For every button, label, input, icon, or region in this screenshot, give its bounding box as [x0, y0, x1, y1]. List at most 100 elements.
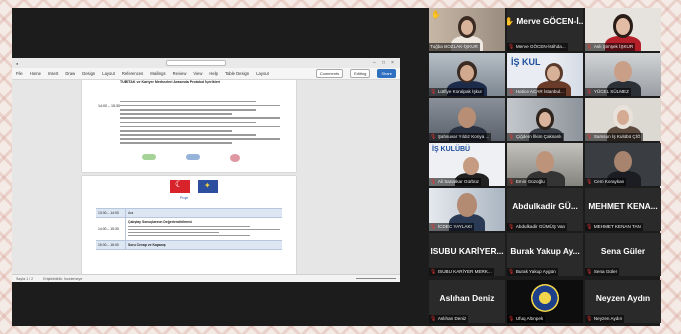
raised-hand-icon: ✋: [431, 10, 441, 19]
mic-muted-icon: 🎙: [586, 269, 593, 275]
minimize-icon[interactable]: –: [373, 60, 378, 66]
participant-tile[interactable]: Neyzen Aydın 🎙 Neyzen Aydın: [585, 280, 661, 323]
ribbon-tab-design[interactable]: Design: [82, 71, 95, 76]
mic-muted-icon: 🎙: [508, 269, 515, 275]
participant-tile[interactable]: İŞ KUL 🎙 Hatice ACAR İstanbul...: [507, 53, 583, 96]
participant-tile[interactable]: 🎙 İCDEC YAYLAKI: [429, 188, 505, 231]
ribbon-tab-draw[interactable]: Draw: [65, 71, 75, 76]
participant-display-name: Neyzen Aydın: [595, 293, 651, 303]
participant-display-name: Burak Yakup Ay...: [510, 246, 580, 256]
participant-tile[interactable]: Sena Güler 🎙 Sena Güler: [585, 233, 661, 276]
participant-name-label: 🎙 Ufuq Altınpek: [507, 315, 546, 323]
mic-muted-icon: 🎙: [508, 44, 515, 50]
document-area[interactable]: TÜBİTAK ve Kariyer Merkezleri Arasında P…: [12, 80, 400, 274]
participant-tile[interactable]: 🎙 Lütfiye Koralpak İşkur: [429, 53, 505, 96]
participant-tile[interactable]: ISUBU KARİYER... 🎙 ISUBU KARİYER MERK...: [429, 233, 505, 276]
mic-muted-icon: 🎙: [430, 224, 437, 230]
participant-tile[interactable]: ✋ Tuğba BOZLAK-İŞKUR: [429, 8, 505, 51]
ribbon-tab-layout[interactable]: Layout: [102, 71, 115, 76]
participant-tile[interactable]: Burak Yakup Ay... 🎙 Burak Yakup Aygün: [507, 233, 583, 276]
maximize-icon[interactable]: □: [382, 60, 387, 66]
shared-screen: ● – □ × File Home Insert Draw Design Lay…: [12, 58, 400, 282]
mic-muted-icon: 🎙: [586, 44, 593, 50]
table-row: 13:30 – 14:00 Ara: [96, 209, 282, 218]
share-button[interactable]: Share: [377, 69, 396, 78]
close-icon[interactable]: ×: [391, 60, 396, 66]
participant-display-name: ✋ Merve GÖCEN-İ...: [507, 16, 583, 26]
participant-tile[interactable]: 🎙 Cem Koraykan: [585, 143, 661, 186]
editing-button[interactable]: Editing: [350, 69, 371, 78]
table-desc-cell: Ara: [128, 211, 134, 215]
participant-tile[interactable]: 🎙 YÜCEL SÜLMEZ: [585, 53, 661, 96]
ribbon-tab-insert[interactable]: Insert: [48, 71, 58, 76]
partner-logo-blue: [186, 154, 200, 160]
zoom-meeting-window: ● – □ × File Home Insert Draw Design Lay…: [12, 8, 661, 326]
mic-muted-icon: 🎙: [508, 224, 515, 230]
participant-name-label: 🎙 Çiğdem İlkim Çaksanlı: [507, 133, 564, 141]
zoom-slider[interactable]: [356, 278, 396, 279]
participant-tile[interactable]: 🎙 Çiğdem İlkim Çaksanlı: [507, 98, 583, 141]
participant-display-name: Aslıhan Deniz: [439, 293, 495, 303]
participant-name-label: 🎙 Aslı Şimşek İŞKUR: [585, 43, 636, 51]
window-controls: – □ ×: [373, 60, 396, 66]
mic-muted-icon: 🎙: [430, 269, 437, 275]
participant-name-label: 🎙 Abdulkadir GÜMÜŞ Van: [507, 223, 568, 231]
mic-muted-icon: 🎙: [508, 89, 515, 95]
ribbon-tab-help[interactable]: Help: [209, 71, 218, 76]
participant-tile[interactable]: 🎙 Şahsuvar Yıldız Konya ...: [429, 98, 505, 141]
participant-tile[interactable]: ✋ Merve GÖCEN-İ... 🎙 Merve GÖCEN-İstihda..…: [507, 8, 583, 51]
flags: [170, 179, 218, 193]
word-search-box[interactable]: [165, 60, 226, 66]
eu-caption: Proje: [180, 196, 189, 200]
ribbon-tab-references[interactable]: References: [122, 71, 143, 76]
ribbon-tab-table-layout[interactable]: Layout: [256, 71, 269, 76]
page1-heading: TÜBİTAK ve Kariyer Merkezleri Arasında P…: [120, 80, 221, 84]
table-row: 15:30 – 16:00 Soru Cevap ve Kapanış: [96, 240, 282, 250]
ribbon-tab-review[interactable]: Review: [173, 71, 187, 76]
participant-name-label: Tuğba BOZLAK-İŞKUR: [429, 43, 480, 51]
mic-muted-icon: 🎙: [508, 134, 515, 140]
participant-tile[interactable]: Abdulkadir GÜ... 🎙 Abdulkadir GÜMÜŞ Van: [507, 188, 583, 231]
participant-display-name: Abdulkadir GÜ...: [512, 201, 578, 211]
agenda-table: 13:30 – 14:00 Ara 14:00 – 15:30 Çalıştay…: [96, 208, 282, 250]
document-page-1: TÜBİTAK ve Kariyer Merkezleri Arasında P…: [82, 80, 296, 172]
participant-tile[interactable]: 🎙 Samsun İş Kulübü ÇİĞ: [585, 98, 661, 141]
participant-tile[interactable]: 🎙 Ufuq Altınpek: [507, 280, 583, 323]
participant-tile[interactable]: 🎙 Emin Güzoğlu: [507, 143, 583, 186]
mic-muted-icon: 🎙: [430, 134, 437, 140]
participant-tile[interactable]: İŞ KULÜBÜ 🎙 Ali Sanatkar Gürbüz: [429, 143, 505, 186]
accessibility-status[interactable]: Erişilebilirlik: İncelemeye: [43, 277, 82, 281]
mic-muted-icon: 🎙: [586, 316, 593, 322]
eu-flag-icon: [198, 180, 218, 193]
participant-tile[interactable]: Aslıhan Deniz 🎙 Aslıhan Deniz: [429, 280, 505, 323]
participant-name-label: 🎙 Sena Güler: [585, 268, 620, 276]
participant-display-name: ISUBU KARİYER...: [430, 246, 504, 256]
participant-name-label: 🎙 Aslıhan Deniz: [429, 315, 469, 323]
word-title-bar: ● – □ ×: [12, 58, 400, 68]
ribbon-tab-file[interactable]: File: [16, 71, 23, 76]
ribbon-tab-home[interactable]: Home: [30, 71, 41, 76]
participant-name-label: 🎙 İCDEC YAYLAKI: [429, 223, 474, 231]
ribbon-tab-table-design[interactable]: Table Design: [225, 71, 249, 76]
mic-muted-icon: 🎙: [508, 316, 515, 322]
participant-name-label: 🎙 Lütfiye Koralpak İşkur: [429, 88, 485, 96]
mic-muted-icon: 🎙: [586, 179, 593, 185]
participant-name-label: 🎙 Neyzen Aydın: [585, 315, 625, 323]
page1-text-lines: [120, 98, 280, 147]
ribbon-tab-view[interactable]: View: [193, 71, 202, 76]
ribbon-tab-mailings[interactable]: Mailings: [150, 71, 165, 76]
participant-tile[interactable]: MEHMET KENA... 🎙 MEHMET KENAN TAN: [585, 188, 661, 231]
mic-muted-icon: 🎙: [430, 89, 437, 95]
partner-logo-red: [230, 154, 240, 162]
raised-hand-icon: ✋: [507, 16, 515, 26]
word-status-bar: Sayfa 1 / 2 Erişilebilirlik: İncelemeye: [12, 274, 400, 282]
table-row: 14:00 – 15:30 Çalıştay Sonuçlarının Değe…: [96, 218, 282, 241]
autosave-toggle[interactable]: ●: [16, 61, 18, 66]
participant-tile[interactable]: 🎙 Aslı Şimşek İŞKUR: [585, 8, 661, 51]
mic-muted-icon: 🎙: [586, 224, 593, 230]
comments-button[interactable]: Comments: [315, 69, 344, 78]
participant-name-label: 🎙 Şahsuvar Yıldız Konya ...: [429, 133, 492, 141]
partner-logo-green: [142, 154, 156, 160]
table-time-cell: 13:30 – 14:00: [96, 209, 126, 217]
table-desc-cell: Soru Cevap ve Kapanış: [126, 241, 282, 249]
